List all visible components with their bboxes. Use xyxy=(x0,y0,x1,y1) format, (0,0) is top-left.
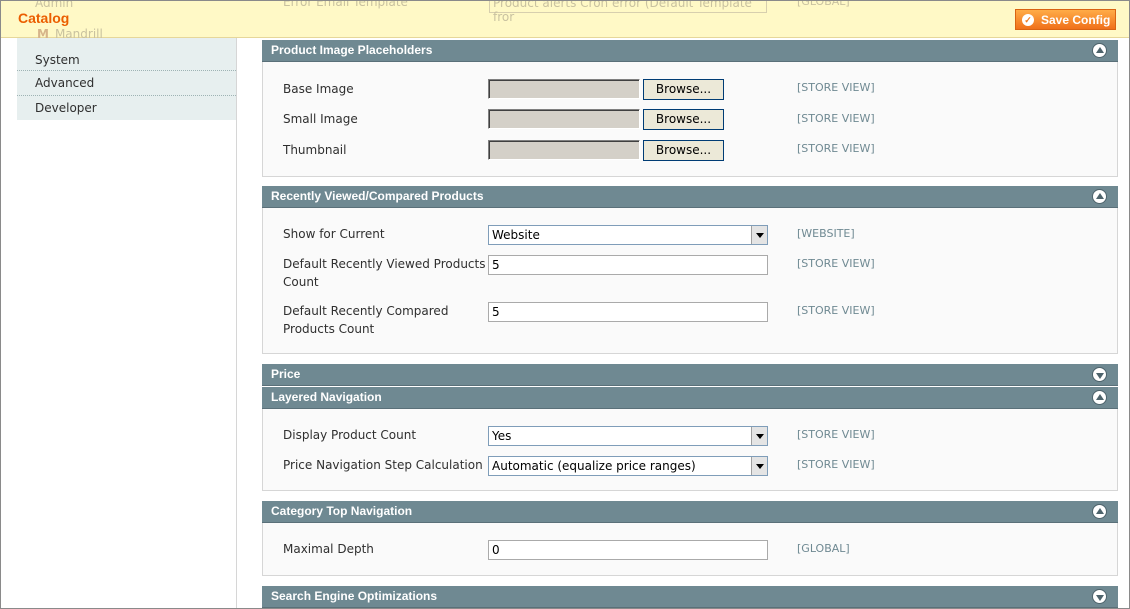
show-for-current-label: Show for Current xyxy=(283,227,385,241)
small-image-scope: [STORE VIEW] xyxy=(797,112,875,125)
expand-icon[interactable] xyxy=(1092,367,1107,382)
section-title: Layered Navigation xyxy=(271,390,382,404)
compared-count-label-line1: Default Recently Compared xyxy=(283,304,449,318)
check-circle-icon: ✓ xyxy=(1022,13,1034,26)
thumbnail-label: Thumbnail xyxy=(283,143,347,157)
sidebar-divider xyxy=(236,38,237,608)
viewed-count-label-line2: Count xyxy=(283,275,319,289)
section-title: Search Engine Optimizations xyxy=(271,589,438,603)
viewed-count-label-line1: Default Recently Viewed Products xyxy=(283,257,486,271)
sidebar-item-system[interactable]: System xyxy=(17,38,236,71)
mandrill-logo-icon: M xyxy=(37,27,49,41)
thumbnail-browse-button[interactable]: Browse... xyxy=(643,140,724,161)
maximal-depth-scope: [GLOBAL] xyxy=(797,542,850,555)
base-image-label: Base Image xyxy=(283,82,354,96)
page-title: Catalog xyxy=(18,10,70,26)
save-config-label: Save Config xyxy=(1041,12,1111,27)
price-step-select[interactable]: Automatic (equalize price ranges) xyxy=(488,456,768,476)
maximal-depth-label: Maximal Depth xyxy=(283,542,374,556)
display-product-count-scope: [STORE VIEW] xyxy=(797,428,875,441)
chevron-down-icon xyxy=(751,226,767,244)
base-image-scope: [STORE VIEW] xyxy=(797,81,875,94)
collapse-icon[interactable] xyxy=(1092,390,1107,405)
show-for-current-scope: [WEBSITE] xyxy=(797,227,855,240)
small-image-label: Small Image xyxy=(283,112,358,126)
save-config-button[interactable]: ✓ Save Config xyxy=(1015,9,1116,30)
display-product-count-label: Display Product Count xyxy=(283,428,417,442)
section-title: Recently Viewed/Compared Products xyxy=(271,189,484,203)
section-header-category-top-navigation[interactable]: Category Top Navigation xyxy=(262,501,1118,523)
small-image-file-field[interactable] xyxy=(488,109,640,129)
collapse-icon[interactable] xyxy=(1092,189,1107,204)
page-frame: Admin M Mandrill Error Email Template Pro… xyxy=(0,0,1130,609)
compared-count-label-line2: Products Count xyxy=(283,322,375,336)
show-for-current-select[interactable]: Website xyxy=(488,225,768,245)
compared-count-scope: [STORE VIEW] xyxy=(797,304,875,317)
sidebar-item-developer[interactable]: Developer xyxy=(17,96,236,121)
behind-field-label: Error Email Template xyxy=(283,0,408,9)
thumbnail-file-field[interactable] xyxy=(488,140,640,160)
price-step-scope: [STORE VIEW] xyxy=(797,458,875,471)
select-value: Automatic (equalize price ranges) xyxy=(492,459,696,473)
sidebar-item-advanced[interactable]: Advanced xyxy=(17,71,236,96)
section-title: Price xyxy=(271,367,301,381)
select-value: Website xyxy=(492,228,540,242)
behind-field-scope: [GLOBAL] xyxy=(797,0,850,8)
collapse-icon[interactable] xyxy=(1092,43,1107,58)
select-value: Yes xyxy=(492,429,512,443)
chevron-down-icon xyxy=(751,457,767,475)
section-header-price[interactable]: Price xyxy=(262,364,1118,386)
small-image-browse-button[interactable]: Browse... xyxy=(643,109,724,130)
section-title: Product Image Placeholders xyxy=(271,43,433,57)
behind-mandrill-label: Mandrill xyxy=(54,27,103,41)
chevron-down-icon xyxy=(751,427,767,445)
collapse-icon[interactable] xyxy=(1092,504,1107,519)
section-header-recently-viewed[interactable]: Recently Viewed/Compared Products xyxy=(262,186,1118,208)
base-image-file-field[interactable] xyxy=(488,79,640,99)
section-title: Category Top Navigation xyxy=(271,504,413,518)
section-header-layered-navigation[interactable]: Layered Navigation xyxy=(262,387,1118,409)
thumbnail-scope: [STORE VIEW] xyxy=(797,142,875,155)
sticky-config-header: Admin M Mandrill Error Email Template Pro… xyxy=(1,0,1129,41)
config-sidebar: System Advanced Developer xyxy=(17,38,236,120)
behind-mandrill-item: M Mandrill xyxy=(37,27,103,41)
base-image-browse-button[interactable]: Browse... xyxy=(643,79,724,100)
expand-icon[interactable] xyxy=(1092,589,1107,604)
compared-count-input[interactable]: 5 xyxy=(488,302,768,322)
display-product-count-select[interactable]: Yes xyxy=(488,426,768,446)
section-body-layered-navigation xyxy=(262,409,1118,491)
section-header-placeholders[interactable]: Product Image Placeholders xyxy=(262,40,1118,62)
behind-admin-label: Admin xyxy=(35,0,74,10)
section-header-seo[interactable]: Search Engine Optimizations xyxy=(262,586,1118,608)
viewed-count-scope: [STORE VIEW] xyxy=(797,257,875,270)
maximal-depth-input[interactable]: 0 xyxy=(488,540,768,560)
viewed-count-input[interactable]: 5 xyxy=(488,255,768,275)
behind-field-select: Product alerts Cron error (Default Templ… xyxy=(489,1,767,24)
price-step-label: Price Navigation Step Calculation xyxy=(283,458,483,472)
